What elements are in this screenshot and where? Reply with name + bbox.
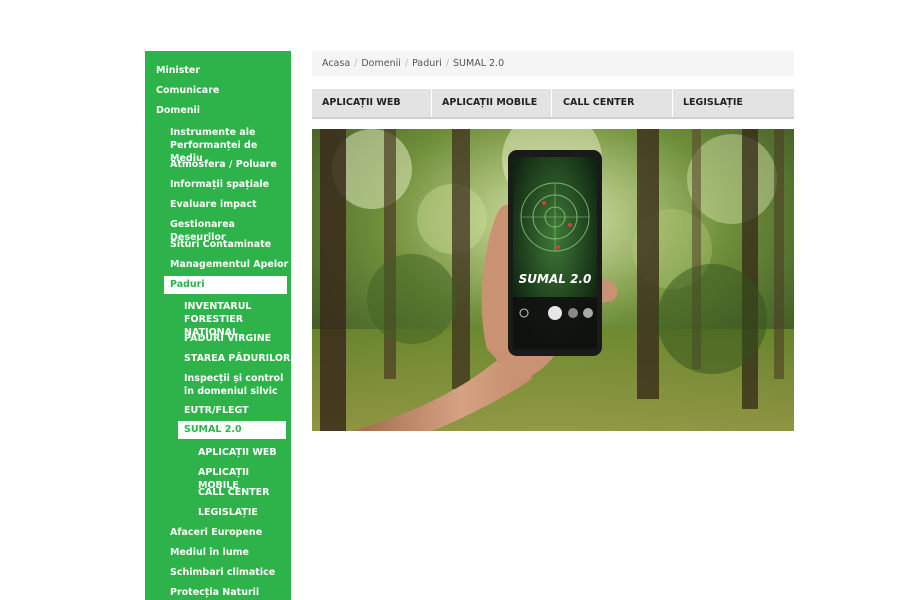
sidebar-item-situri-contaminate[interactable]: Situri Contaminate — [145, 238, 291, 251]
sidebar-item-domenii[interactable]: Domenii — [145, 104, 291, 117]
breadcrumb-link-domenii[interactable]: Domenii — [361, 58, 401, 69]
sidebar-item-sumal[interactable]: SUMAL 2.0 — [178, 421, 286, 439]
forest-phone-illustration: SUMAL 2.0 — [312, 129, 794, 431]
phone-screen-title: SUMAL 2.0 — [519, 272, 592, 286]
hero-image: SUMAL 2.0 — [312, 129, 794, 431]
tab-legislatie[interactable]: LEGISLAȚIE — [673, 89, 793, 117]
sidebar-nav: Minister Comunicare Domenii Instrumente … — [145, 51, 291, 600]
sidebar-item-managementul-apelor[interactable]: Managementul Apelor — [145, 258, 291, 271]
sidebar-item-mediul-in-lume[interactable]: Mediul în lume — [145, 546, 291, 559]
sidebar-item-inspectii[interactable]: Inspecții și control în domeniul silvic — [145, 372, 287, 398]
breadcrumb-separator: / — [445, 58, 450, 69]
breadcrumb-current: SUMAL 2.0 — [453, 58, 505, 69]
tab-aplicatii-mobile[interactable]: APLICAȚII MOBILE — [432, 89, 552, 117]
breadcrumb-link-acasa[interactable]: Acasa — [322, 58, 350, 69]
sidebar-item-informatii-spatiale[interactable]: Informații spațiale — [145, 178, 291, 191]
breadcrumb-separator: / — [404, 58, 409, 69]
sidebar-item-schimbari-climatice[interactable]: Schimbari climatice — [145, 566, 291, 579]
sidebar-item-paduri[interactable]: Paduri — [164, 276, 287, 294]
tab-call-center[interactable]: CALL CENTER — [553, 89, 673, 117]
sidebar-item-minister[interactable]: Minister — [145, 64, 291, 77]
sidebar-item-eutr-flegt[interactable]: EUTR/FLEGT — [145, 404, 291, 417]
sidebar-item-aplicatii-web[interactable]: APLICAȚII WEB — [145, 446, 291, 459]
breadcrumb-separator: / — [354, 58, 358, 69]
sidebar-item-starea-padurilor[interactable]: STAREA PĂDURILOR — [145, 352, 291, 365]
sidebar-item-paduri-virgine[interactable]: PADURI VIRGINE — [145, 332, 291, 345]
sidebar-item-afaceri-europene[interactable]: Afaceri Europene — [145, 526, 291, 539]
sidebar-item-comunicare[interactable]: Comunicare — [145, 84, 291, 97]
sidebar-item-atmosfera[interactable]: Atmosfera / Poluare — [145, 158, 291, 171]
breadcrumb-link-paduri[interactable]: Paduri — [412, 58, 442, 69]
sidebar-item-call-center[interactable]: CALL CENTER — [145, 486, 291, 499]
tab-aplicatii-web[interactable]: APLICAȚII WEB — [312, 89, 432, 117]
sumal-tabs: APLICAȚII WEB APLICAȚII MOBILE CALL CENT… — [312, 89, 794, 119]
sidebar-item-evaluare-impact[interactable]: Evaluare impact — [145, 198, 291, 211]
sidebar-item-legislatie[interactable]: LEGISLAȚIE — [145, 506, 291, 519]
breadcrumb: Acasa / Domenii / Paduri / SUMAL 2.0 — [312, 51, 794, 76]
sidebar-item-protectia-naturii[interactable]: Protecția Naturii — [145, 586, 291, 599]
